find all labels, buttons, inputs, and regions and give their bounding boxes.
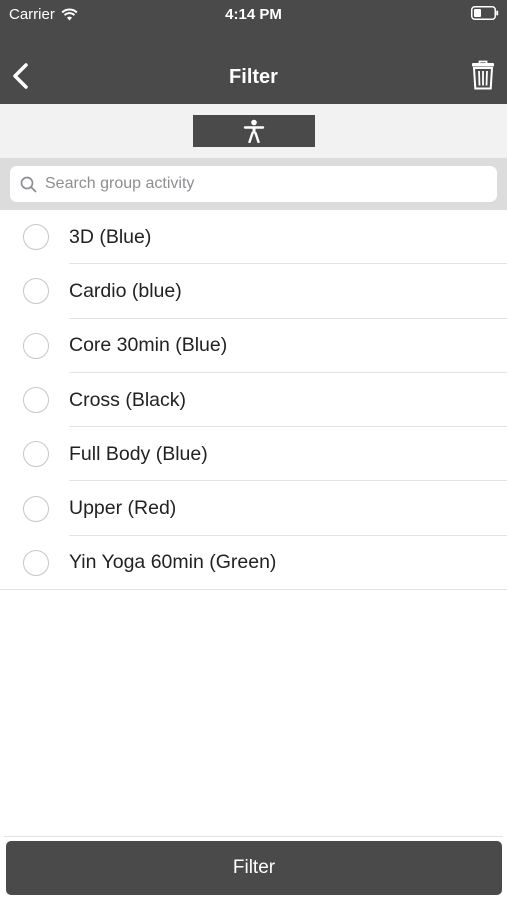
battery-icon [471,6,499,24]
search-icon [20,176,37,192]
list-item[interactable]: Upper (Red) [0,481,507,536]
page-title: Filter [229,66,278,88]
search-box [10,166,497,202]
radio-button[interactable] [23,224,49,251]
search-input[interactable] [45,175,465,193]
trash-icon [472,60,494,90]
status-bar: Carrier 4:14 PM [0,0,507,28]
activity-label: 3D (Blue) [69,225,152,248]
segment-bar [0,104,507,158]
filter-button[interactable]: Filter [6,841,502,895]
radio-button[interactable] [23,278,49,305]
list-item[interactable]: 3D (Blue) [0,210,507,265]
search-bar [0,158,507,210]
activity-label: Yin Yoga 60min (Green) [69,551,277,574]
activity-label: Cardio (blue) [69,279,182,302]
delete-button[interactable] [471,60,495,90]
list-item[interactable]: Yin Yoga 60min (Green) [0,536,507,591]
activity-type-button[interactable] [193,115,315,147]
activity-label: Full Body (Blue) [69,442,208,465]
activity-label: Core 30min (Blue) [69,334,228,357]
radio-button[interactable] [23,332,49,359]
nav-bar: Filter [0,28,507,104]
status-time: 4:14 PM [225,6,282,23]
radio-button[interactable] [23,387,49,414]
radio-button[interactable] [23,549,49,576]
list-item[interactable]: Core 30min (Blue) [0,319,507,373]
list-item[interactable]: Cross (Black) [0,373,507,428]
radio-button[interactable] [23,441,49,468]
activity-label: Upper (Red) [69,497,177,520]
list-item[interactable]: Cardio (blue) [0,264,507,319]
activity-label: Cross (Black) [69,388,187,411]
person-icon [243,119,265,143]
footer-divider [4,836,503,837]
separator [0,589,507,591]
radio-button[interactable] [23,495,49,522]
activity-list: 3D (Blue) Cardio (blue) Core 30min (Blue… [0,210,507,591]
list-item[interactable]: Full Body (Blue) [0,427,507,482]
